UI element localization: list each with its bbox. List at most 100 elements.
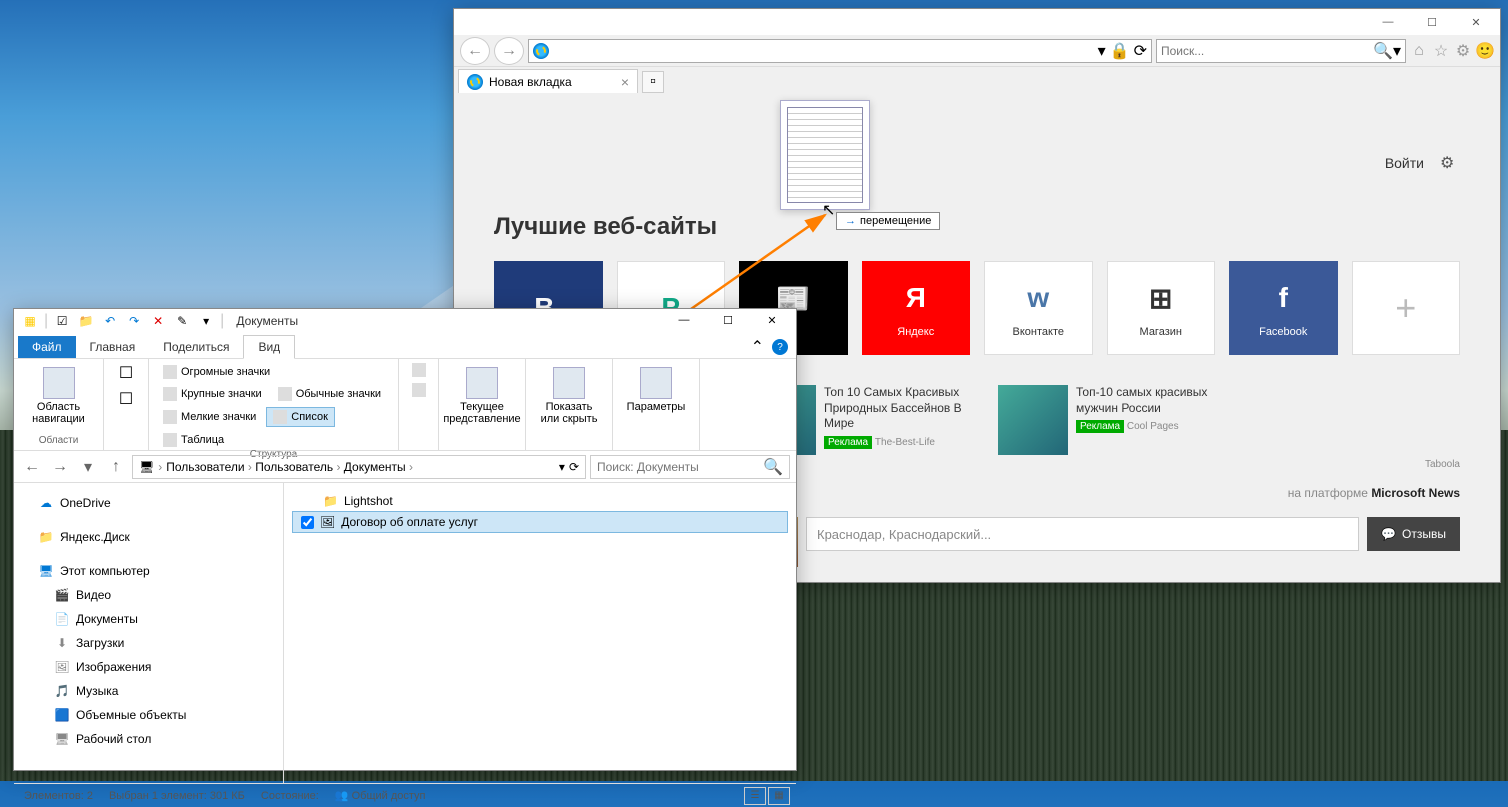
ie-minimize-button[interactable]: — <box>1366 11 1410 33</box>
sort-icon[interactable] <box>412 363 426 377</box>
tree-item[interactable]: 🖥Рабочий стол <box>18 727 279 751</box>
tree-item-label: Изображения <box>76 660 151 674</box>
file-checkbox[interactable] <box>301 516 314 529</box>
addr-refresh-icon[interactable]: ⟳ <box>569 460 579 474</box>
browser-tab[interactable]: Новая вкладка × <box>458 69 638 93</box>
qat-newfolder-icon[interactable]: 📁 <box>76 311 96 331</box>
lock-icon[interactable]: 🔒 <box>1110 41 1130 61</box>
exp-forward-button[interactable]: → <box>48 455 72 479</box>
tree-item[interactable]: 🖼 Изображения <box>18 655 279 679</box>
explorer-search[interactable]: 🔍 <box>590 455 790 479</box>
showhide-button[interactable]: Показать или скрыть <box>534 363 604 429</box>
breadcrumb[interactable]: 🖥 › Пользователи › Пользователь › Докуме… <box>132 455 586 479</box>
tree-item[interactable]: 🖥Этот компьютер <box>18 559 279 583</box>
search-dropdown-icon[interactable]: ▾ <box>1393 41 1401 61</box>
tab-close-icon[interactable]: × <box>621 74 629 90</box>
page-settings-gear-icon[interactable]: ⚙ <box>1440 153 1460 173</box>
addr-dropdown-icon[interactable]: ▾ <box>559 460 565 474</box>
ribbon-collapse-icon[interactable]: ⌃ <box>751 337 764 357</box>
home-icon[interactable]: ⌂ <box>1410 42 1428 60</box>
tree-item[interactable]: 🎬Видео <box>18 583 279 607</box>
location-input[interactable] <box>806 517 1359 551</box>
tree-item-icon: 🖼 <box>54 659 70 675</box>
navigation-tree[interactable]: ☁OneDrive 📁Яндекс.Диск 🖥Этот компьютер🎬Вид… <box>14 483 284 783</box>
tools-gear-icon[interactable]: ⚙ <box>1454 42 1472 60</box>
address-input[interactable] <box>553 44 1094 58</box>
site-tile[interactable]: wВконтакте <box>984 261 1093 355</box>
qat-properties-icon[interactable]: ☑ <box>52 311 72 331</box>
qat-undo-icon[interactable]: ↶ <box>100 311 120 331</box>
tree-item[interactable]: ☁OneDrive <box>18 491 279 515</box>
feedback-label: Отзывы <box>1402 527 1446 541</box>
layout-option[interactable]: Список <box>266 407 335 427</box>
tree-item[interactable]: 🎵Музыка <box>18 679 279 703</box>
breadcrumb-item[interactable]: Документы <box>344 460 406 474</box>
add-tile-button[interactable]: + <box>1352 261 1461 355</box>
search-input[interactable] <box>1161 44 1373 58</box>
tree-item-icon: 🎬 <box>54 587 70 603</box>
site-tile[interactable]: ⊞Магазин <box>1107 261 1216 355</box>
back-button[interactable]: ← <box>460 37 490 65</box>
file-icon: 🖼 <box>320 515 335 529</box>
tree-item[interactable]: ⬇Загрузки <box>18 631 279 655</box>
layout-option[interactable]: Обычные значки <box>272 385 387 403</box>
view-icons-button[interactable]: ▦ <box>768 787 790 805</box>
ribbon-tab-home[interactable]: Главная <box>76 336 150 358</box>
explorer-search-input[interactable] <box>597 460 763 474</box>
ribbon-tab-file[interactable]: Файл <box>18 336 76 358</box>
ie-maximize-button[interactable]: ☐ <box>1410 11 1454 33</box>
qat-redo-icon[interactable]: ↷ <box>124 311 144 331</box>
ie-close-button[interactable]: ✕ <box>1454 11 1498 33</box>
layout-option[interactable]: Таблица <box>157 431 230 449</box>
ie-titlebar[interactable]: — ☐ ✕ <box>454 9 1500 35</box>
smiley-icon[interactable]: 🙂 <box>1476 42 1494 60</box>
address-bar[interactable]: ▾ 🔒 ⟳ <box>528 39 1152 63</box>
exp-up-button[interactable]: ↑ <box>104 455 128 479</box>
file-item[interactable]: 🖼Договор об оплате услуг <box>292 511 788 533</box>
refresh-icon[interactable]: ⟳ <box>1134 41 1147 61</box>
options-button[interactable]: Параметры <box>621 363 691 417</box>
ribbon-tab-view[interactable]: Вид <box>243 335 295 359</box>
app-icon[interactable]: ▦ <box>20 311 40 331</box>
help-icon[interactable]: ? <box>772 339 788 355</box>
current-view-button[interactable]: Текущее представление <box>447 363 517 429</box>
file-item[interactable]: 📁Lightshot <box>292 491 788 511</box>
exp-close-button[interactable]: ✕ <box>750 309 794 331</box>
site-tile[interactable]: fFacebook <box>1229 261 1338 355</box>
breadcrumb-item[interactable]: Пользователь <box>255 460 333 474</box>
explorer-search-icon[interactable]: 🔍 <box>763 457 783 477</box>
news-card[interactable]: Топ-10 самых красивых мужчин РоссииРекла… <box>998 385 1238 455</box>
forward-button[interactable]: → <box>494 37 524 65</box>
file-list[interactable]: 📁Lightshot🖼Договор об оплате услуг <box>284 483 796 783</box>
exp-back-button[interactable]: ← <box>20 455 44 479</box>
address-dropdown-icon[interactable]: ▾ <box>1098 41 1106 61</box>
tree-item[interactable]: 🟦Объемные объекты <box>18 703 279 727</box>
favorites-icon[interactable]: ☆ <box>1432 42 1450 60</box>
qat-delete-icon[interactable]: ✕ <box>148 311 168 331</box>
tile-label: Вконтакте <box>1013 326 1064 338</box>
signin-link[interactable]: Войти <box>1385 155 1424 171</box>
search-icon[interactable]: 🔍 <box>1373 41 1393 61</box>
breadcrumb-item[interactable]: Пользователи <box>166 460 244 474</box>
navigation-pane-button[interactable]: Область навигации <box>24 363 94 429</box>
exp-maximize-button[interactable]: ☐ <box>706 309 750 331</box>
new-tab-button[interactable]: ▫ <box>642 71 664 93</box>
group-icon[interactable] <box>412 383 426 397</box>
layout-option[interactable]: Крупные значки <box>157 385 268 403</box>
ribbon-tab-share[interactable]: Поделиться <box>149 336 243 358</box>
site-tile[interactable]: ЯЯндекс <box>862 261 971 355</box>
exp-minimize-button[interactable]: — <box>662 309 706 331</box>
search-bar[interactable]: 🔍 ▾ <box>1156 39 1406 63</box>
exp-recent-dropdown-icon[interactable]: ▾ <box>76 455 100 479</box>
qat-rename-icon[interactable]: ✎ <box>172 311 192 331</box>
details-pane-icon[interactable]: ☐ <box>119 389 133 409</box>
layout-option[interactable]: Мелкие значки <box>157 408 262 426</box>
layout-option[interactable]: Огромные значки <box>157 363 276 381</box>
feedback-button[interactable]: 💬 Отзывы <box>1367 517 1460 551</box>
view-details-button[interactable]: ☰ <box>744 787 766 805</box>
qat-dropdown-icon[interactable]: ▾ <box>196 311 216 331</box>
preview-pane-icon[interactable]: ☐ <box>119 363 133 383</box>
tree-item[interactable]: 📄Документы <box>18 607 279 631</box>
tree-item[interactable]: 📁Яндекс.Диск <box>18 525 279 549</box>
layout-icon <box>273 410 287 424</box>
